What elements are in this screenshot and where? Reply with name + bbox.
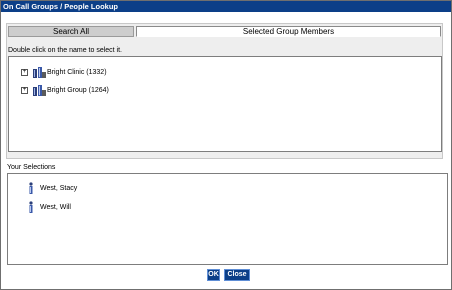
group-icon <box>33 67 46 78</box>
selections-label: Your Selections <box>7 164 56 171</box>
expand-icon[interactable]: + <box>21 86 28 94</box>
expand-icon[interactable]: + <box>21 68 28 76</box>
tree-node-bright-group[interactable]: + Bright Group (1264) <box>21 83 109 97</box>
ok-button[interactable]: OK <box>207 269 220 281</box>
selection-name: West, Will <box>40 203 71 211</box>
selection-item-west-stacy[interactable]: West, Stacy <box>28 181 77 195</box>
selections-list: West, Stacy West, Will <box>7 173 448 265</box>
selection-item-west-will[interactable]: West, Will <box>28 200 71 214</box>
window-title: On Call Groups / People Lookup <box>1 1 451 12</box>
tree-node-label: Bright Clinic (1332) <box>47 68 107 76</box>
tab-search-all[interactable]: Search All <box>8 26 134 37</box>
group-tree: + Bright Clinic (1332) + Bright Group (1… <box>8 56 442 152</box>
tree-node-label: Bright Group (1264) <box>47 86 109 94</box>
person-icon <box>29 201 33 213</box>
instruction-text: Double click on the name to select it. <box>8 47 123 54</box>
group-icon <box>33 85 46 96</box>
tab-selected-group-members[interactable]: Selected Group Members <box>136 26 441 37</box>
selection-name: West, Stacy <box>40 184 78 192</box>
person-icon <box>29 182 33 194</box>
lookup-window: On Call Groups / People Lookup Search Al… <box>0 0 452 290</box>
tree-node-bright-clinic[interactable]: + Bright Clinic (1332) <box>21 65 107 79</box>
close-button[interactable]: Close <box>224 269 250 281</box>
